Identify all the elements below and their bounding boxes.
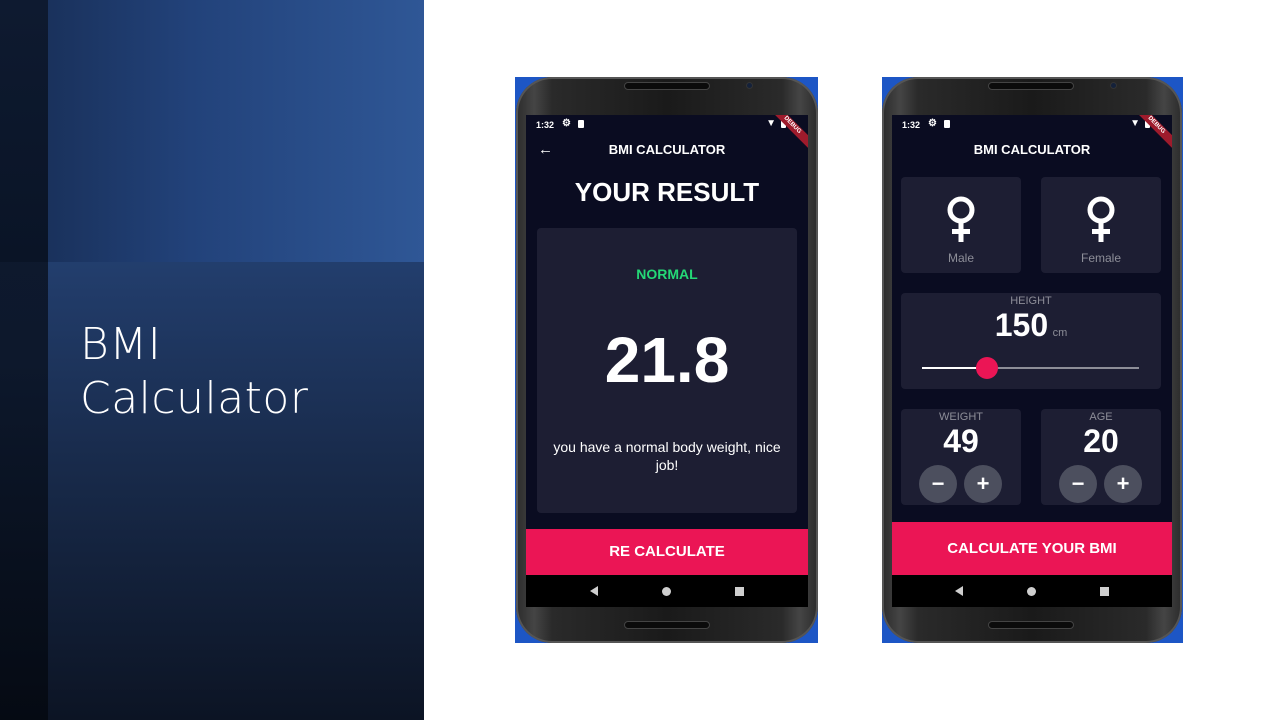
calculate-bmi-button[interactable]: CALCULATE YOUR BMI: [892, 522, 1172, 576]
nav-bar: [526, 575, 808, 607]
nav-recents-icon[interactable]: [1100, 586, 1109, 596]
title-panel-top-block: [0, 0, 424, 262]
app-title: BMI CALCULATOR: [973, 142, 1091, 157]
wifi-icon: ▼: [1130, 118, 1140, 129]
age-plus-button[interactable]: +: [1104, 465, 1142, 503]
venus-icon: [947, 196, 975, 242]
height-unit: cm: [1052, 327, 1068, 339]
nav-recents-icon[interactable]: [735, 586, 744, 596]
gender-label-male: Male: [947, 251, 974, 265]
nav-back-icon[interactable]: [955, 586, 963, 596]
phone-2-frame: 1:32 ⚙ ▼ DEBUG BMI CALCULATOR Male Femal…: [882, 77, 1182, 643]
result-status: NORMAL: [636, 266, 698, 282]
recalculate-button[interactable]: RE CALCULATE: [526, 529, 808, 575]
slide-title: BMI Calculator: [80, 318, 410, 426]
status-time: 1:32: [536, 120, 555, 130]
nav-back-icon[interactable]: [590, 586, 598, 596]
gender-card-male[interactable]: Male: [901, 177, 1021, 273]
result-card: NORMAL 21.8 you have a normal body weigh…: [537, 228, 797, 513]
height-label: HEIGHT: [1010, 295, 1052, 307]
bmi-value: 21.8: [604, 324, 730, 396]
phone-1-bottom-speaker: [624, 621, 710, 629]
venus-icon: [1087, 196, 1115, 242]
height-value: 150: [994, 307, 1049, 343]
gender-label-female: Female: [1080, 251, 1121, 265]
result-screen: 1:32 ⚙ ▼ DEBUG ← BMI CALCULATOR YOUR RES…: [526, 115, 808, 607]
phone-2-bottom-speaker: [988, 621, 1074, 629]
input-screen: 1:32 ⚙ ▼ DEBUG BMI CALCULATOR Male Femal…: [892, 115, 1172, 607]
weight-minus-button[interactable]: −: [919, 465, 957, 503]
result-heading: YOUR RESULT: [574, 177, 760, 207]
status-time: 1:32: [902, 120, 921, 130]
phone-1-frame: 1:32 ⚙ ▼ DEBUG ← BMI CALCULATOR YOUR RES…: [516, 77, 818, 643]
height-card: HEIGHT 150 cm: [901, 293, 1161, 389]
sim-icon: [944, 120, 950, 128]
age-minus-button[interactable]: −: [1059, 465, 1097, 503]
age-label: AGE: [1089, 411, 1113, 423]
phone-2-speaker: [988, 82, 1074, 90]
settings-icon: ⚙: [562, 118, 571, 129]
status-bar: 1:32 ⚙ ▼ DEBUG: [526, 115, 808, 150]
gender-card-female[interactable]: Female: [1041, 177, 1161, 273]
nav-bar: [892, 575, 1172, 607]
title-panel-top-strip: [0, 0, 48, 262]
slide-title-line-2: Calculator: [80, 373, 309, 424]
title-panel: BMI Calculator: [0, 0, 424, 720]
height-slider-thumb[interactable]: [976, 357, 999, 379]
height-slider[interactable]: [922, 357, 1139, 379]
height-value-row: 150 cm: [901, 307, 1161, 344]
app-title: BMI CALCULATOR: [608, 142, 726, 157]
phone-1-camera: [746, 82, 753, 89]
age-card: AGE 20 − +: [1041, 409, 1161, 505]
sim-icon: [578, 120, 584, 128]
weight-value: 49: [943, 423, 979, 459]
age-value: 20: [1083, 423, 1119, 459]
weight-label: WEIGHT: [939, 411, 983, 423]
nav-home-icon[interactable]: [662, 586, 671, 596]
wifi-icon: ▼: [766, 118, 776, 129]
weight-plus-button[interactable]: +: [964, 465, 1002, 503]
result-message: you have a normal body weight, nice job!: [553, 439, 781, 473]
status-bar: 1:32 ⚙ ▼ DEBUG: [892, 115, 1172, 150]
settings-icon: ⚙: [928, 118, 937, 129]
nav-home-icon[interactable]: [1027, 586, 1036, 596]
slide-title-line-1: BMI: [80, 319, 162, 370]
weight-card: WEIGHT 49 − +: [901, 409, 1021, 505]
phone-1-speaker: [624, 82, 710, 90]
phone-2-camera: [1110, 82, 1117, 89]
